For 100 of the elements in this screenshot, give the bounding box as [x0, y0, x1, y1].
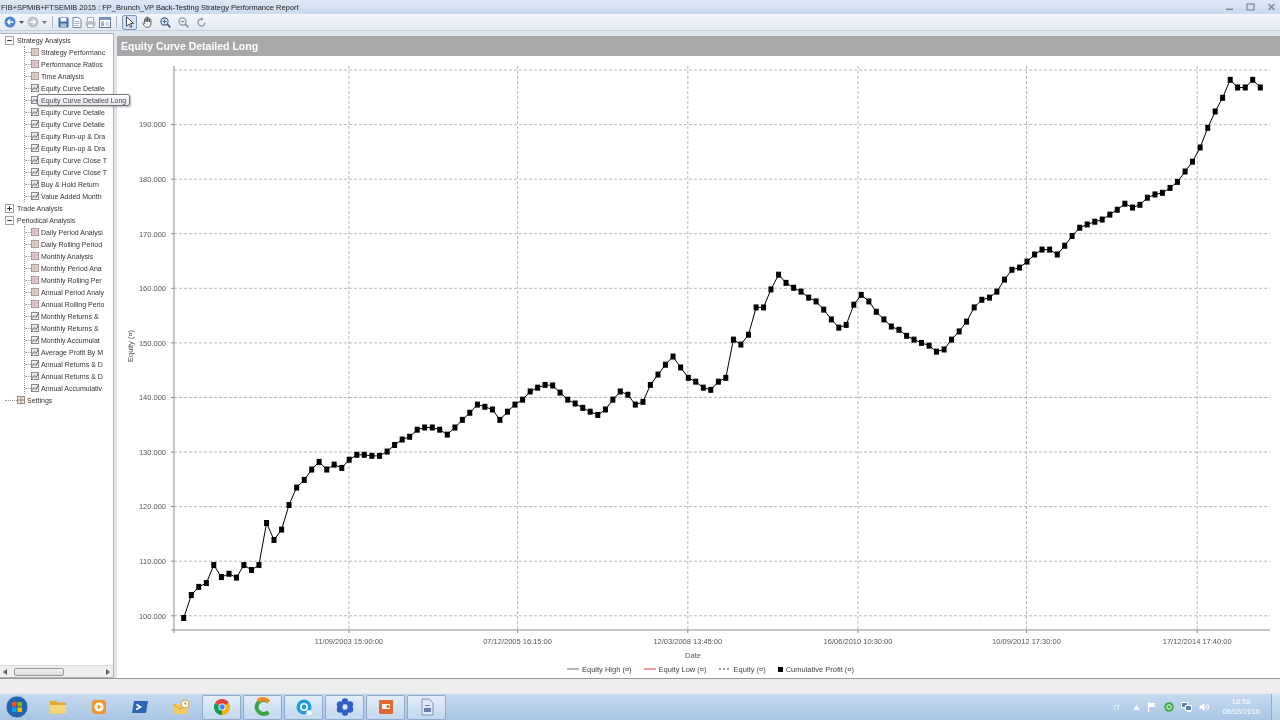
data-point [286, 502, 292, 508]
envelope-icon [170, 697, 191, 717]
data-point [241, 562, 247, 569]
right-arrow-icon[interactable] [106, 668, 110, 675]
data-point [1205, 124, 1211, 131]
back-arrow-icon[interactable] [4, 16, 16, 28]
data-point [1220, 94, 1226, 101]
chart-icon [31, 348, 39, 356]
sync-icon[interactable] [1164, 702, 1175, 712]
taskbar-button[interactable] [284, 694, 323, 720]
data-point [181, 615, 187, 621]
taskbar-button[interactable] [243, 694, 282, 720]
data-point [1212, 108, 1218, 115]
chart-icon [31, 384, 39, 392]
chart-icon [31, 84, 39, 92]
data-point [1227, 76, 1233, 83]
orb-icon[interactable] [5, 695, 29, 719]
chart-icon [31, 360, 39, 368]
chart-icon [31, 336, 39, 344]
document-icon[interactable] [72, 16, 82, 28]
data-point [1130, 204, 1135, 211]
chart-icon [31, 324, 39, 332]
chart-icon [31, 144, 39, 152]
show-desktop-button[interactable] [1271, 694, 1280, 720]
data-point [866, 298, 872, 305]
close-icon[interactable] [1267, 3, 1276, 11]
caret-icon[interactable] [42, 20, 47, 24]
table-icon [31, 240, 39, 248]
expand-icon[interactable] [5, 203, 14, 213]
data-point [655, 371, 661, 378]
data-point [828, 316, 834, 323]
data-point [1009, 266, 1015, 273]
grid-icon [17, 396, 25, 404]
chart-icon [31, 180, 39, 188]
collapse-icon[interactable] [5, 35, 14, 45]
circular-arrow-icon [196, 16, 207, 28]
data-point [738, 341, 744, 348]
data-point [873, 308, 879, 315]
table-icon [31, 288, 39, 296]
data-point [896, 326, 902, 333]
data-point [730, 336, 736, 343]
data-point [746, 331, 751, 338]
chart-icon [31, 132, 39, 140]
table-icon [31, 72, 39, 80]
data-point [505, 408, 510, 415]
data-point [1062, 242, 1068, 249]
flower-icon [334, 697, 355, 717]
data-point [1197, 144, 1203, 151]
collapse-icon[interactable] [5, 215, 14, 225]
table-icon [31, 48, 39, 56]
tool-button[interactable] [122, 14, 137, 30]
chart-icon [31, 372, 39, 380]
cursor-icon [124, 16, 135, 28]
scrollbar-thumb[interactable] [14, 667, 64, 676]
chart-icon [31, 120, 39, 128]
taskbar-button[interactable] [325, 694, 364, 720]
data-point [211, 562, 217, 569]
table-icon [31, 264, 39, 272]
data-point [851, 301, 857, 308]
table-icon [31, 276, 39, 284]
data-point [858, 291, 864, 298]
data-point [753, 304, 759, 311]
data-point [369, 452, 375, 459]
data-point [678, 364, 684, 371]
data-point [768, 286, 774, 293]
data-point [1190, 158, 1195, 165]
chart-icon [31, 192, 39, 200]
data-point [384, 448, 390, 455]
data-point [926, 342, 932, 349]
data-point [249, 566, 254, 573]
printer-icon[interactable] [85, 16, 96, 28]
layout-icon[interactable] [99, 16, 111, 28]
taskbar-button[interactable] [366, 694, 405, 720]
data-point [279, 526, 285, 533]
horizontal-scrollbar[interactable] [0, 665, 113, 677]
data-point [723, 374, 729, 381]
data-point [1122, 200, 1128, 207]
left-arrow-icon[interactable] [3, 668, 7, 675]
data-point [670, 353, 676, 360]
data-point [188, 592, 194, 599]
chart-icon [31, 312, 39, 320]
chart-icon [31, 168, 39, 176]
hand-icon [142, 16, 153, 28]
data-point [1069, 232, 1075, 239]
data-point [941, 346, 947, 353]
zoom-in-icon [160, 16, 171, 28]
data-point [1182, 168, 1188, 175]
taskbar-button[interactable] [407, 694, 446, 720]
chart-icon [31, 156, 39, 164]
tool-button[interactable] [140, 14, 155, 30]
data-point [1002, 276, 1007, 283]
save-icon[interactable] [58, 16, 69, 28]
taskbar-button[interactable] [202, 694, 241, 720]
tool-button[interactable] [158, 14, 173, 30]
data-point [632, 401, 638, 408]
data-point [256, 562, 262, 569]
data-point [640, 398, 646, 405]
maximize-icon[interactable] [1246, 3, 1255, 11]
caret-icon[interactable] [19, 20, 24, 24]
monitor-icon[interactable] [1181, 702, 1193, 712]
